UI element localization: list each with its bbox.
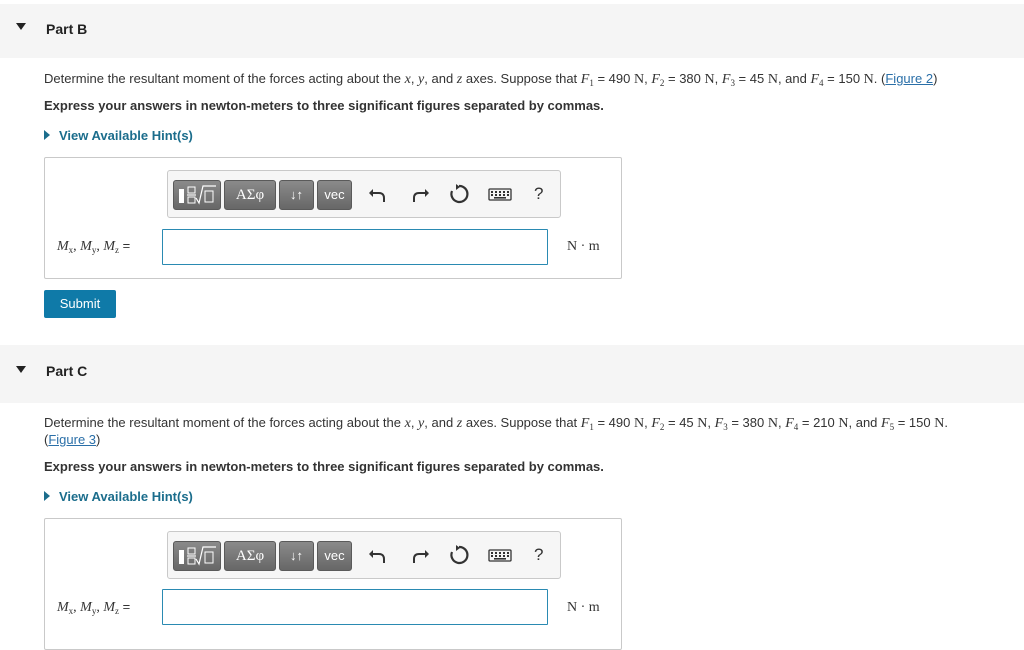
help-button[interactable]: ? xyxy=(534,184,543,204)
part-c-hint-toggle[interactable]: View Available Hint(s) xyxy=(44,489,193,504)
sub-superscript-button[interactable]: ↓↑ xyxy=(279,541,314,571)
part-c-math-toolbar: ΑΣφ ↓↑ vec ? xyxy=(167,531,561,579)
templates-button[interactable] xyxy=(173,541,221,571)
part-b-answer-label: Mx, My, Mz = xyxy=(57,238,131,255)
part-c-answer-input[interactable] xyxy=(162,589,548,625)
submit-button[interactable]: Submit xyxy=(44,290,116,318)
part-b-answer-box: ΑΣφ ↓↑ vec ? Mx, My, Mz = N · m xyxy=(44,157,622,279)
caret-down-icon[interactable] xyxy=(16,23,26,30)
keyboard-icon[interactable] xyxy=(487,544,513,566)
caret-right-icon xyxy=(44,130,50,140)
part-b-problem: Determine the resultant moment of the fo… xyxy=(44,71,938,88)
part-b-answer-input[interactable] xyxy=(162,229,548,265)
part-c-answer-label: Mx, My, Mz = xyxy=(57,599,131,616)
part-b-math-toolbar: ΑΣφ ↓↑ vec ? xyxy=(167,170,561,218)
part-c-unit: N · m xyxy=(567,600,600,615)
sub-superscript-button[interactable]: ↓↑ xyxy=(279,180,314,210)
part-b-unit: N · m xyxy=(567,239,600,254)
undo-icon[interactable] xyxy=(367,183,389,205)
greek-symbols-button[interactable]: ΑΣφ xyxy=(224,180,276,210)
part-c-problem: Determine the resultant moment of the fo… xyxy=(44,415,948,432)
part-b-title: Part B xyxy=(46,21,88,37)
part-c-instruction: Express your answers in newton-meters to… xyxy=(44,459,604,474)
part-b-hint-toggle[interactable]: View Available Hint(s) xyxy=(44,128,193,143)
part-c-figure-line: (Figure 3) xyxy=(44,432,101,447)
reset-icon[interactable] xyxy=(448,544,470,566)
fraction-radical-icon xyxy=(179,185,216,205)
part-c-title: Part C xyxy=(46,363,88,379)
redo-icon[interactable] xyxy=(409,183,431,205)
greek-symbols-button[interactable]: ΑΣφ xyxy=(224,541,276,571)
redo-icon[interactable] xyxy=(409,544,431,566)
keyboard-icon[interactable] xyxy=(487,183,513,205)
vector-button[interactable]: vec xyxy=(317,541,352,571)
part-c-header[interactable]: Part C xyxy=(0,345,1024,403)
templates-button[interactable] xyxy=(173,180,221,210)
reset-icon[interactable] xyxy=(448,183,470,205)
figure-2-link[interactable]: Figure 2 xyxy=(885,71,933,86)
figure-3-link[interactable]: Figure 3 xyxy=(48,432,96,447)
caret-right-icon xyxy=(44,491,50,501)
fraction-radical-icon xyxy=(179,546,216,566)
part-b-instruction: Express your answers in newton-meters to… xyxy=(44,98,604,113)
undo-icon[interactable] xyxy=(367,544,389,566)
caret-down-icon[interactable] xyxy=(16,366,26,373)
vector-button[interactable]: vec xyxy=(317,180,352,210)
part-c-answer-box: ΑΣφ ↓↑ vec ? Mx, My, Mz = N · m xyxy=(44,518,622,650)
part-b-header[interactable]: Part B xyxy=(0,4,1024,58)
help-button[interactable]: ? xyxy=(534,545,543,565)
